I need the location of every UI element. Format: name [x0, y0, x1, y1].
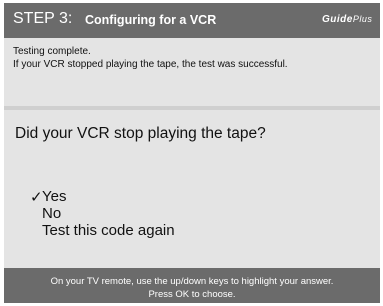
status-line-1: Testing complete. — [13, 46, 91, 57]
divider — [4, 106, 380, 110]
guide-logo: GuidePlus — [322, 14, 372, 25]
footer-instruction-2: Press OK to choose. — [148, 289, 236, 300]
selected-check-icon: ✓ — [30, 189, 43, 206]
status-panel: Testing complete. If your VCR stopped pl… — [4, 38, 380, 106]
option-no[interactable]: No — [42, 205, 61, 222]
status-line-2: If your VCR stopped playing the tape, th… — [13, 59, 288, 70]
step-title: Configuring for a VCR — [85, 13, 217, 27]
option-test-again[interactable]: Test this code again — [42, 222, 175, 239]
setup-screen: STEP 3: Configuring for a VCR GuidePlus … — [4, 3, 380, 303]
footer-instruction-1: On your TV remote, use the up/down keys … — [50, 276, 334, 287]
question-text: Did your VCR stop playing the tape? — [15, 125, 266, 142]
logo-text: Guide — [322, 14, 353, 25]
step-number: STEP 3: — [13, 10, 73, 27]
header-bar: STEP 3: Configuring for a VCR GuidePlus — [4, 3, 380, 38]
footer-bar: On your TV remote, use the up/down keys … — [4, 268, 380, 303]
option-yes[interactable]: Yes — [42, 188, 66, 205]
logo-tail: Plus — [352, 14, 373, 24]
